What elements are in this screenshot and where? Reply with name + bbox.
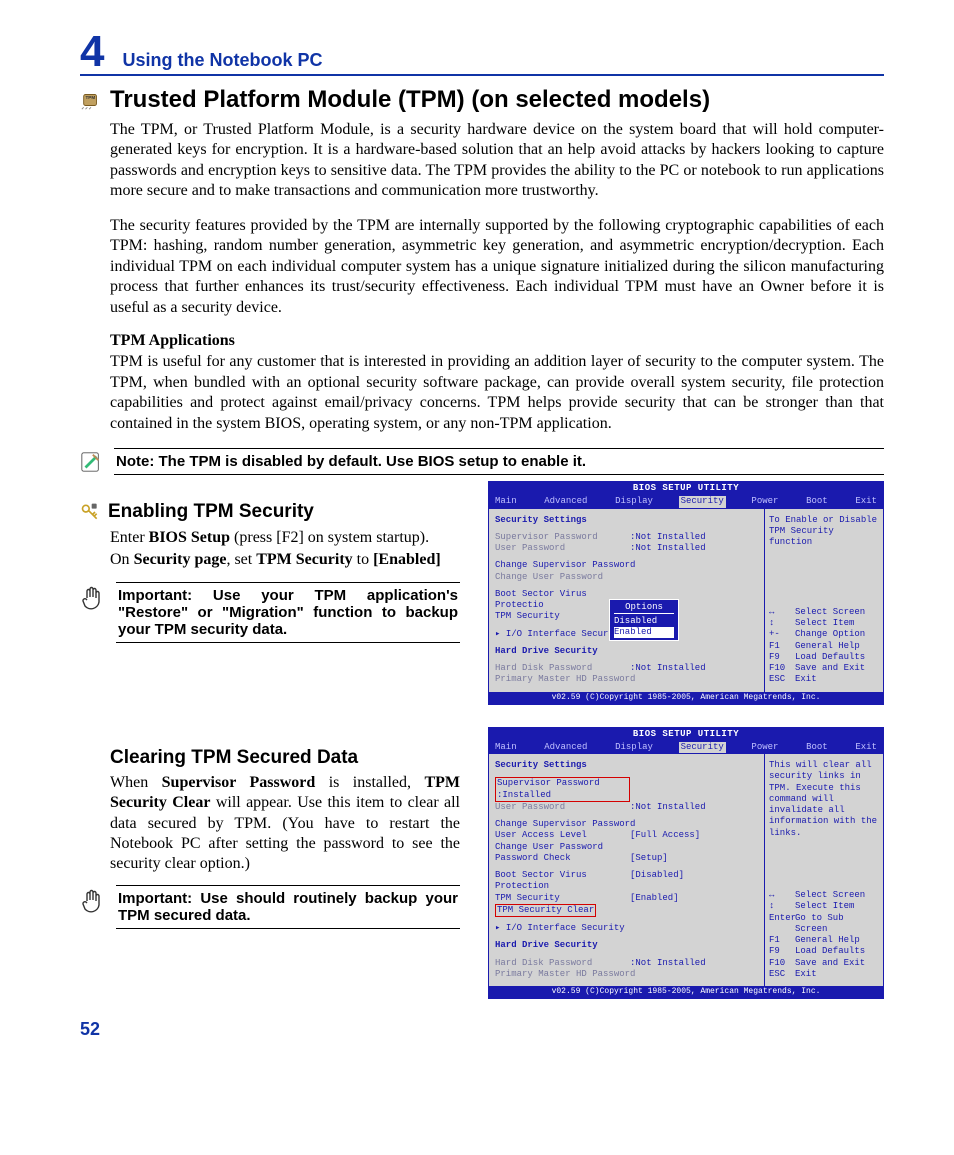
- important-routine-backup: Important: Use should routinely backup y…: [80, 885, 460, 929]
- h2a-text: Enabling TPM Security: [108, 501, 314, 523]
- bios-screenshot-clear: BIOS SETUP UTILITY MainAdvancedDisplaySe…: [488, 727, 884, 1000]
- tpm-chip-icon: TPM: [80, 89, 102, 111]
- subheading-applications: TPM Applications: [110, 332, 884, 350]
- bios-screenshot-enable: BIOS SETUP UTILITY MainAdvancedDisplaySe…: [488, 481, 884, 705]
- stop-hand-icon: [80, 586, 106, 616]
- chapter-number: 4: [80, 30, 104, 74]
- chapter-header: 4 Using the Notebook PC: [80, 30, 884, 76]
- bios-key-legend: ↔Select Screen ↕Select Item EnterGo to S…: [769, 890, 879, 980]
- paragraph-crypto: The security features provided by the TP…: [110, 216, 884, 318]
- bios-key-legend: ↔Select Screen ↕Select Item +-Change Opt…: [769, 607, 879, 686]
- bios-title: BIOS SETUP UTILITY: [489, 728, 883, 741]
- page-number: 52: [80, 1019, 884, 1040]
- bios-left-panel: Security Settings Supervisor Password :I…: [489, 754, 765, 986]
- bios-left-panel: Security Settings Supervisor Password:No…: [489, 509, 765, 692]
- bios-footer: v02.59 (C)Copyright 1985-2005, American …: [489, 692, 883, 704]
- heading-clearing-tpm: Clearing TPM Secured Data: [110, 747, 460, 769]
- note-disabled-default: Note: The TPM is disabled by default. Us…: [80, 448, 884, 475]
- clearing-paragraph: When Supervisor Password is installed, T…: [110, 773, 460, 875]
- important-backup-restore: Important: Use your TPM application's "R…: [80, 582, 460, 643]
- important-text-a: Important: Use your TPM application's "R…: [116, 582, 460, 643]
- section-heading-tpm: TPM Trusted Platform Module (TPM) (on se…: [80, 86, 884, 114]
- h2b-text: Clearing TPM Secured Data: [110, 747, 358, 769]
- h1-text: Trusted Platform Module (TPM) (on select…: [110, 86, 710, 114]
- bios-options-popup: Options Disabled Enabled: [609, 599, 679, 642]
- note-text: Note: The TPM is disabled by default. Us…: [114, 448, 884, 475]
- chapter-title: Using the Notebook PC: [122, 50, 322, 71]
- bios-menubar: MainAdvancedDisplaySecurityPowerBootExit: [489, 495, 883, 508]
- paragraph-intro: The TPM, or Trusted Platform Module, is …: [110, 120, 884, 202]
- bios-menubar: MainAdvancedDisplaySecurityPowerBootExit: [489, 741, 883, 754]
- bios-footer: v02.59 (C)Copyright 1985-2005, American …: [489, 986, 883, 998]
- bios-title: BIOS SETUP UTILITY: [489, 482, 883, 495]
- paragraph-applications: TPM is useful for any customer that is i…: [110, 352, 884, 434]
- note-pencil-icon: [80, 451, 102, 473]
- key-lock-icon: [80, 502, 100, 522]
- enable-steps: Enter BIOS Setup (press [F2] on system s…: [110, 527, 460, 570]
- stop-hand-icon: [80, 889, 106, 919]
- bios-right-panel: To Enable or Disable TPM Security functi…: [765, 509, 883, 692]
- bios-right-panel: This will clear all security links in TP…: [765, 754, 883, 986]
- svg-text:TPM: TPM: [86, 95, 96, 100]
- heading-enabling-tpm: Enabling TPM Security: [80, 501, 460, 523]
- important-text-b: Important: Use should routinely backup y…: [116, 885, 460, 929]
